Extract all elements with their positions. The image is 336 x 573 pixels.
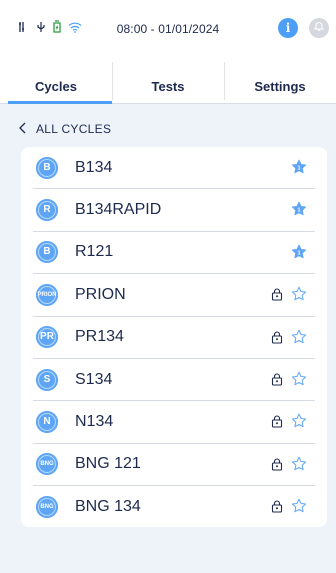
cycle-icon-label: S <box>43 373 51 385</box>
cycle-icon: R <box>36 199 58 222</box>
cycle-icon: B <box>36 156 58 179</box>
cycle-row[interactable]: N N134 <box>33 401 315 444</box>
lock-icon <box>271 500 283 518</box>
tab-cycles[interactable]: Cycles <box>0 58 112 104</box>
info-button[interactable]: i <box>278 18 298 38</box>
notifications-button[interactable] <box>309 18 329 38</box>
status-bar: 08:00 - 01/01/2024 i <box>0 0 336 58</box>
cycle-icon-label: N <box>43 416 51 428</box>
info-icon: i <box>285 21 291 35</box>
star-outline-icon[interactable] <box>291 413 307 434</box>
cycle-row[interactable]: R B134RAPID 1 <box>33 189 315 232</box>
star-outline-icon[interactable] <box>291 498 307 519</box>
star-outline-icon[interactable] <box>291 456 307 477</box>
cycle-icon: BNG <box>36 496 58 519</box>
lock-icon <box>271 288 283 306</box>
cycle-icon: B <box>36 241 58 264</box>
cycle-row[interactable]: BNG BNG 134 <box>33 486 315 528</box>
cycle-icon: S <box>36 368 58 391</box>
tab-tests[interactable]: Tests <box>112 58 224 103</box>
lock-icon <box>271 458 283 476</box>
tab-settings[interactable]: Settings <box>224 58 336 103</box>
cycle-icon: N <box>36 411 58 434</box>
star-filled-icon[interactable]: 1 <box>291 244 307 265</box>
cycle-icon: PRION <box>36 283 58 306</box>
cycle-icon-label: R <box>43 204 51 216</box>
cycle-row[interactable]: PR PR134 <box>33 317 315 359</box>
lock-icon <box>271 415 283 433</box>
cycle-icon-label: BNG <box>40 504 54 511</box>
cycle-name: B134 <box>75 158 113 176</box>
svg-text:1: 1 <box>297 166 300 172</box>
cycle-name: R121 <box>75 243 114 261</box>
star-outline-icon[interactable] <box>291 329 307 350</box>
star-outline-icon[interactable] <box>291 286 307 307</box>
cycle-icon: PR <box>36 326 58 349</box>
chevron-left-icon <box>18 122 26 137</box>
lock-icon <box>271 331 283 349</box>
star-filled-icon[interactable]: 1 <box>291 201 307 222</box>
cycle-icon-label: B <box>43 161 51 173</box>
star-filled-icon[interactable]: 1 <box>291 159 307 180</box>
cycle-row[interactable]: BNG BNG 121 <box>33 444 315 487</box>
svg-text:1: 1 <box>297 250 300 256</box>
cycle-icon-label: B <box>43 246 51 258</box>
lock-icon <box>271 373 283 391</box>
cycle-name: B134RAPID <box>75 201 162 219</box>
cycle-icon: BNG <box>36 453 58 476</box>
cycle-row[interactable]: PRION PRION <box>33 274 315 317</box>
cycle-row[interactable]: B B134 1 <box>33 147 315 190</box>
tab-bar: Cycles Tests Settings <box>0 58 336 104</box>
bell-icon <box>313 19 325 37</box>
svg-text:1: 1 <box>297 208 300 214</box>
cycle-icon-label: PRION <box>37 291 57 298</box>
back-label: ALL CYCLES <box>36 122 112 136</box>
cycle-row[interactable]: S S134 <box>33 359 315 402</box>
cycle-icon-label: BNG <box>40 461 54 468</box>
cycle-list: B B134 1 R B134RAPID 1 B R121 1 PRION PRION PR PR134… <box>21 147 327 527</box>
back-link[interactable]: ALL CYCLES <box>18 120 111 138</box>
cycle-icon-label: PR <box>40 331 54 343</box>
star-outline-icon[interactable] <box>291 371 307 392</box>
cycle-row[interactable]: B R121 1 <box>33 232 315 275</box>
